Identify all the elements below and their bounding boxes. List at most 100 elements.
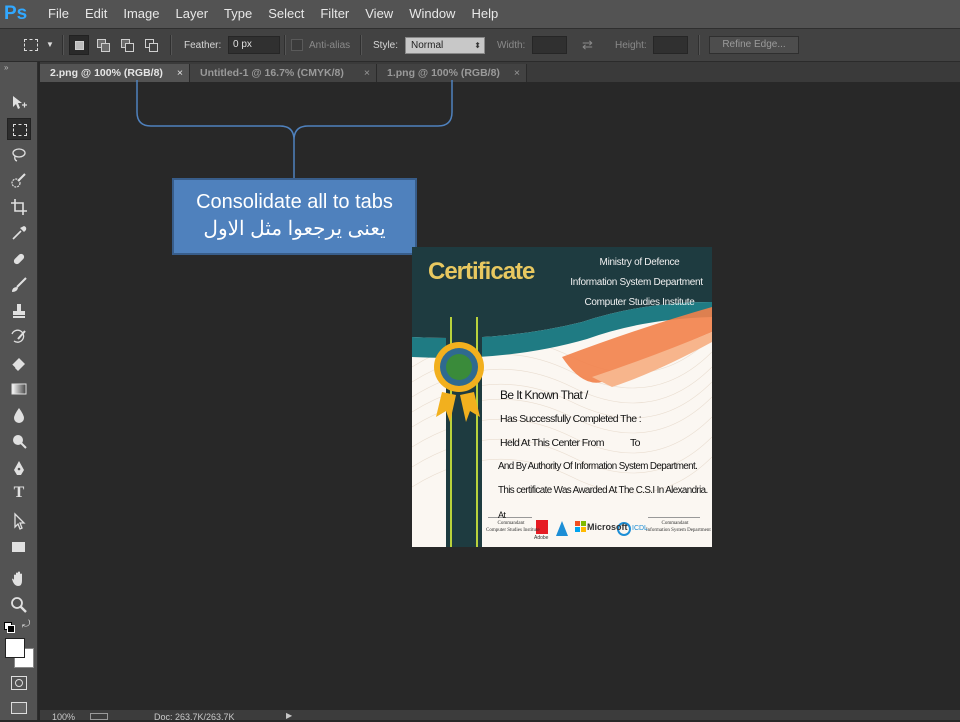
swap-width-height-icon[interactable]: ⇄ [582,37,593,53]
annotation-callout: Consolidate all to tabs يعنى يرجعوا مثل … [172,178,417,255]
eraser-icon[interactable] [7,352,31,374]
zoom-icon[interactable] [7,594,31,616]
menu-edit[interactable]: Edit [77,0,115,28]
status-menu-arrow-icon[interactable]: ▶ [286,711,292,720]
footer-line: Computer Studies Institute [486,528,540,533]
add-selection-icon-part [101,43,110,52]
crop-icon[interactable] [7,196,31,218]
menu-view[interactable]: View [357,0,401,28]
style-label: Style: [373,39,399,51]
footer-signature-left: Commandant Computer Studies Institute [486,520,540,534]
menu-window[interactable]: Window [401,0,463,28]
menu-items: File Edit Image Layer Type Select Filter… [40,0,506,28]
refine-edge-button[interactable]: Refine Edge... [709,36,799,54]
chevron-down-icon: ▼ [46,40,54,49]
blur-icon[interactable] [7,404,31,426]
tab-label: 2.png @ 100% (RGB/8) [50,67,163,79]
certificate-image: Certificate Ministry of Defence Informat… [412,247,712,547]
default-colors-icon[interactable] [4,622,15,633]
body-line: And By Authority Of Information System D… [498,461,698,472]
body-line: This certificate Was Awarded At The C.S.… [498,485,708,496]
org-line: Computer Studies Institute [584,297,695,308]
swap-colors-icon[interactable]: ⤾ [22,619,30,630]
footer-line: Commandant [661,521,689,526]
height-input[interactable] [653,36,688,54]
close-icon[interactable]: × [177,64,183,82]
tab-2png[interactable]: 2.png @ 100% (RGB/8) × [40,64,190,82]
move-tool-icon[interactable] [7,92,31,114]
foreground-color-swatch[interactable] [5,638,25,658]
quick-mask-icon[interactable] [11,676,27,690]
divider [284,35,286,55]
rect-marquee-preset-icon [24,39,38,51]
new-selection-button[interactable] [69,35,89,55]
panel-collapse-icon[interactable]: » [4,63,9,72]
photoshop-logo: Ps [4,3,28,24]
quick-selection-icon[interactable] [7,170,31,192]
tools-panel: » T ⤾ [0,62,38,720]
org-line: Ministry of Defence [599,257,680,268]
width-input[interactable] [532,36,567,54]
menu-image[interactable]: Image [115,0,167,28]
add-to-selection-button[interactable] [94,35,114,55]
menu-select[interactable]: Select [260,0,312,28]
path-selection-icon[interactable] [7,510,31,532]
divider [170,35,172,55]
intersect-selection-button[interactable] [142,35,162,55]
feather-input[interactable]: 0 px [228,36,280,54]
subtract-selection-icon-part [125,43,134,52]
close-icon[interactable]: × [514,64,520,82]
new-selection-icon [75,41,84,50]
icdl-logo-label: ICDL [632,525,648,532]
dodge-icon[interactable] [7,430,31,452]
pen-icon[interactable] [7,458,31,480]
org-line: Information System Department [570,277,703,288]
zoom-level[interactable]: 100% [52,712,75,722]
style-select[interactable]: Normal ⬍ [405,37,485,54]
options-bar: ▼ Feather: 0 px Anti-alias Style: Normal… [0,28,960,62]
type-tool-icon[interactable]: T [7,484,31,506]
clone-stamp-icon[interactable] [7,300,31,322]
menu-help[interactable]: Help [463,0,506,28]
callout-subtitle: يعنى يرجعوا مثل الاول [203,218,386,240]
tool-preset-picker[interactable]: ▼ [22,36,54,54]
divider [360,35,362,55]
callout-title: Consolidate all to tabs [196,191,393,213]
healing-brush-icon[interactable] [7,248,31,270]
hand-icon[interactable] [7,568,31,590]
certificate-org: Ministry of Defence Information System D… [570,253,707,313]
certificate-title: Certificate [428,258,535,285]
menu-file[interactable]: File [40,0,77,28]
gradient-icon[interactable] [7,378,31,400]
document-tab-bar: 2.png @ 100% (RGB/8) × Untitled-1 @ 16.7… [40,62,960,82]
doc-size-info: Doc: 263.7K/263.7K [154,712,235,722]
screen-mode-icon[interactable] [11,702,27,714]
menu-bar: Ps File Edit Image Layer Type Select Fil… [0,0,960,28]
microsoft-logo-label: Microsoft [587,522,628,532]
eyedropper-icon[interactable] [7,222,31,244]
subtract-from-selection-button[interactable] [118,35,138,55]
close-icon[interactable]: × [364,64,370,82]
tab-untitled-1[interactable]: Untitled-1 @ 16.7% (CMYK/8) × [190,64,377,82]
anti-alias-checkbox[interactable] [291,39,303,51]
history-brush-icon[interactable] [7,326,31,348]
updown-icon: ⬍ [474,41,481,50]
rectangle-shape-icon[interactable] [7,536,31,558]
footer-signature-right: Commandant Information System Department [646,520,711,534]
tab-1png[interactable]: 1.png @ 100% (RGB/8) × [377,64,527,82]
body-text: To [630,437,640,449]
anti-alias-label: Anti-alias [309,39,351,51]
menu-filter[interactable]: Filter [312,0,357,28]
status-info-icon[interactable] [90,713,108,720]
menu-layer[interactable]: Layer [168,0,217,28]
lasso-icon[interactable] [7,144,31,166]
style-select-value: Normal [411,40,444,51]
tab-label: 1.png @ 100% (RGB/8) [387,67,500,79]
width-label: Width: [497,39,526,51]
menu-type[interactable]: Type [216,0,260,28]
rect-marquee-icon[interactable] [7,118,31,140]
feather-label: Feather: [184,39,222,51]
brush-icon[interactable] [7,274,31,296]
body-line: Has Successfully Completed The : [500,413,642,425]
divider [698,35,700,55]
